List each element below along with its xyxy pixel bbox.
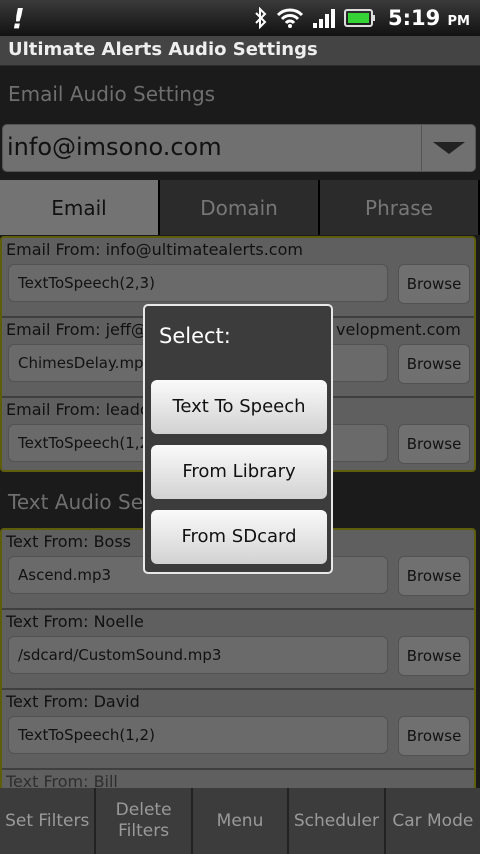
email-section-header: Email Audio Settings [8, 82, 216, 106]
bottom-menu: Set Filters Delete Filters Menu Schedule… [0, 788, 480, 854]
list-item: Text From: David TextToSpeech(1,2) Brows… [2, 690, 474, 770]
email-from-label: Email From: info@ultimatealerts.com [6, 240, 303, 259]
browse-button[interactable]: Browse [398, 716, 470, 756]
delete-filters-button[interactable]: Delete Filters [96, 788, 193, 854]
app-title-bar: Ultimate Alerts Audio Settings [0, 36, 480, 66]
browse-button[interactable]: Browse [398, 636, 470, 676]
set-filters-button[interactable]: Set Filters [0, 788, 97, 854]
text-to-speech-button[interactable]: Text To Speech [151, 380, 327, 434]
menu-button[interactable]: Menu [193, 788, 290, 854]
text-section-header: Text Audio Setti [8, 490, 165, 514]
signal-strength-icon [312, 9, 335, 28]
text-from-label: Text From: Bill [6, 772, 118, 788]
filter-tabs: Email Domain Phrase [0, 180, 480, 235]
email-account-value: info@imsono.com [7, 133, 222, 161]
email-from-label-tail: velopment.com [336, 320, 461, 339]
select-source-dialog: Select: Text To Speech From Library From… [143, 304, 333, 574]
sound-field[interactable]: TextToSpeech(2,3) [8, 264, 388, 302]
app-title: Ultimate Alerts Audio Settings [8, 39, 318, 60]
dialog-title: Select: [159, 324, 231, 348]
from-sdcard-button[interactable]: From SDcard [151, 510, 327, 564]
browse-button[interactable]: Browse [398, 556, 470, 596]
browse-button[interactable]: Browse [398, 264, 470, 304]
from-library-button[interactable]: From Library [151, 445, 327, 499]
browse-button[interactable]: Browse [398, 344, 470, 384]
tab-email[interactable]: Email [0, 180, 160, 235]
scheduler-button[interactable]: Scheduler [289, 788, 386, 854]
status-icons: 5:19 PM [254, 0, 470, 36]
battery-icon [343, 9, 375, 27]
text-from-label: Text From: Noelle [6, 612, 144, 631]
text-from-label: Text From: David [6, 692, 140, 711]
alert-notification-icon: ! [12, 2, 25, 35]
email-account-spinner[interactable]: info@imsono.com [2, 124, 476, 172]
wifi-icon [276, 8, 304, 28]
tab-domain[interactable]: Domain [160, 180, 320, 235]
tab-phrase[interactable]: Phrase [320, 180, 480, 235]
text-from-label: Text From: Boss [6, 532, 131, 551]
sound-field[interactable]: TextToSpeech(1,2) [8, 716, 388, 754]
browse-button[interactable]: Browse [398, 424, 470, 464]
sound-field[interactable]: /sdcard/CustomSound.mp3 [8, 636, 388, 674]
list-item: Text From: Bill [2, 770, 474, 788]
clock: 5:19 PM [387, 6, 470, 30]
dropdown-arrow-icon[interactable] [421, 125, 475, 171]
bluetooth-icon [255, 7, 267, 29]
email-from-label: Email From: leado [6, 400, 150, 419]
delete-filters-label: Delete Filters [115, 800, 172, 841]
status-bar: ! 5:19 PM [0, 0, 480, 36]
email-from-label: Email From: jeff@ [6, 320, 147, 339]
list-item: Text From: Noelle /sdcard/CustomSound.mp… [2, 610, 474, 690]
car-mode-button[interactable]: Car Mode [386, 788, 480, 854]
